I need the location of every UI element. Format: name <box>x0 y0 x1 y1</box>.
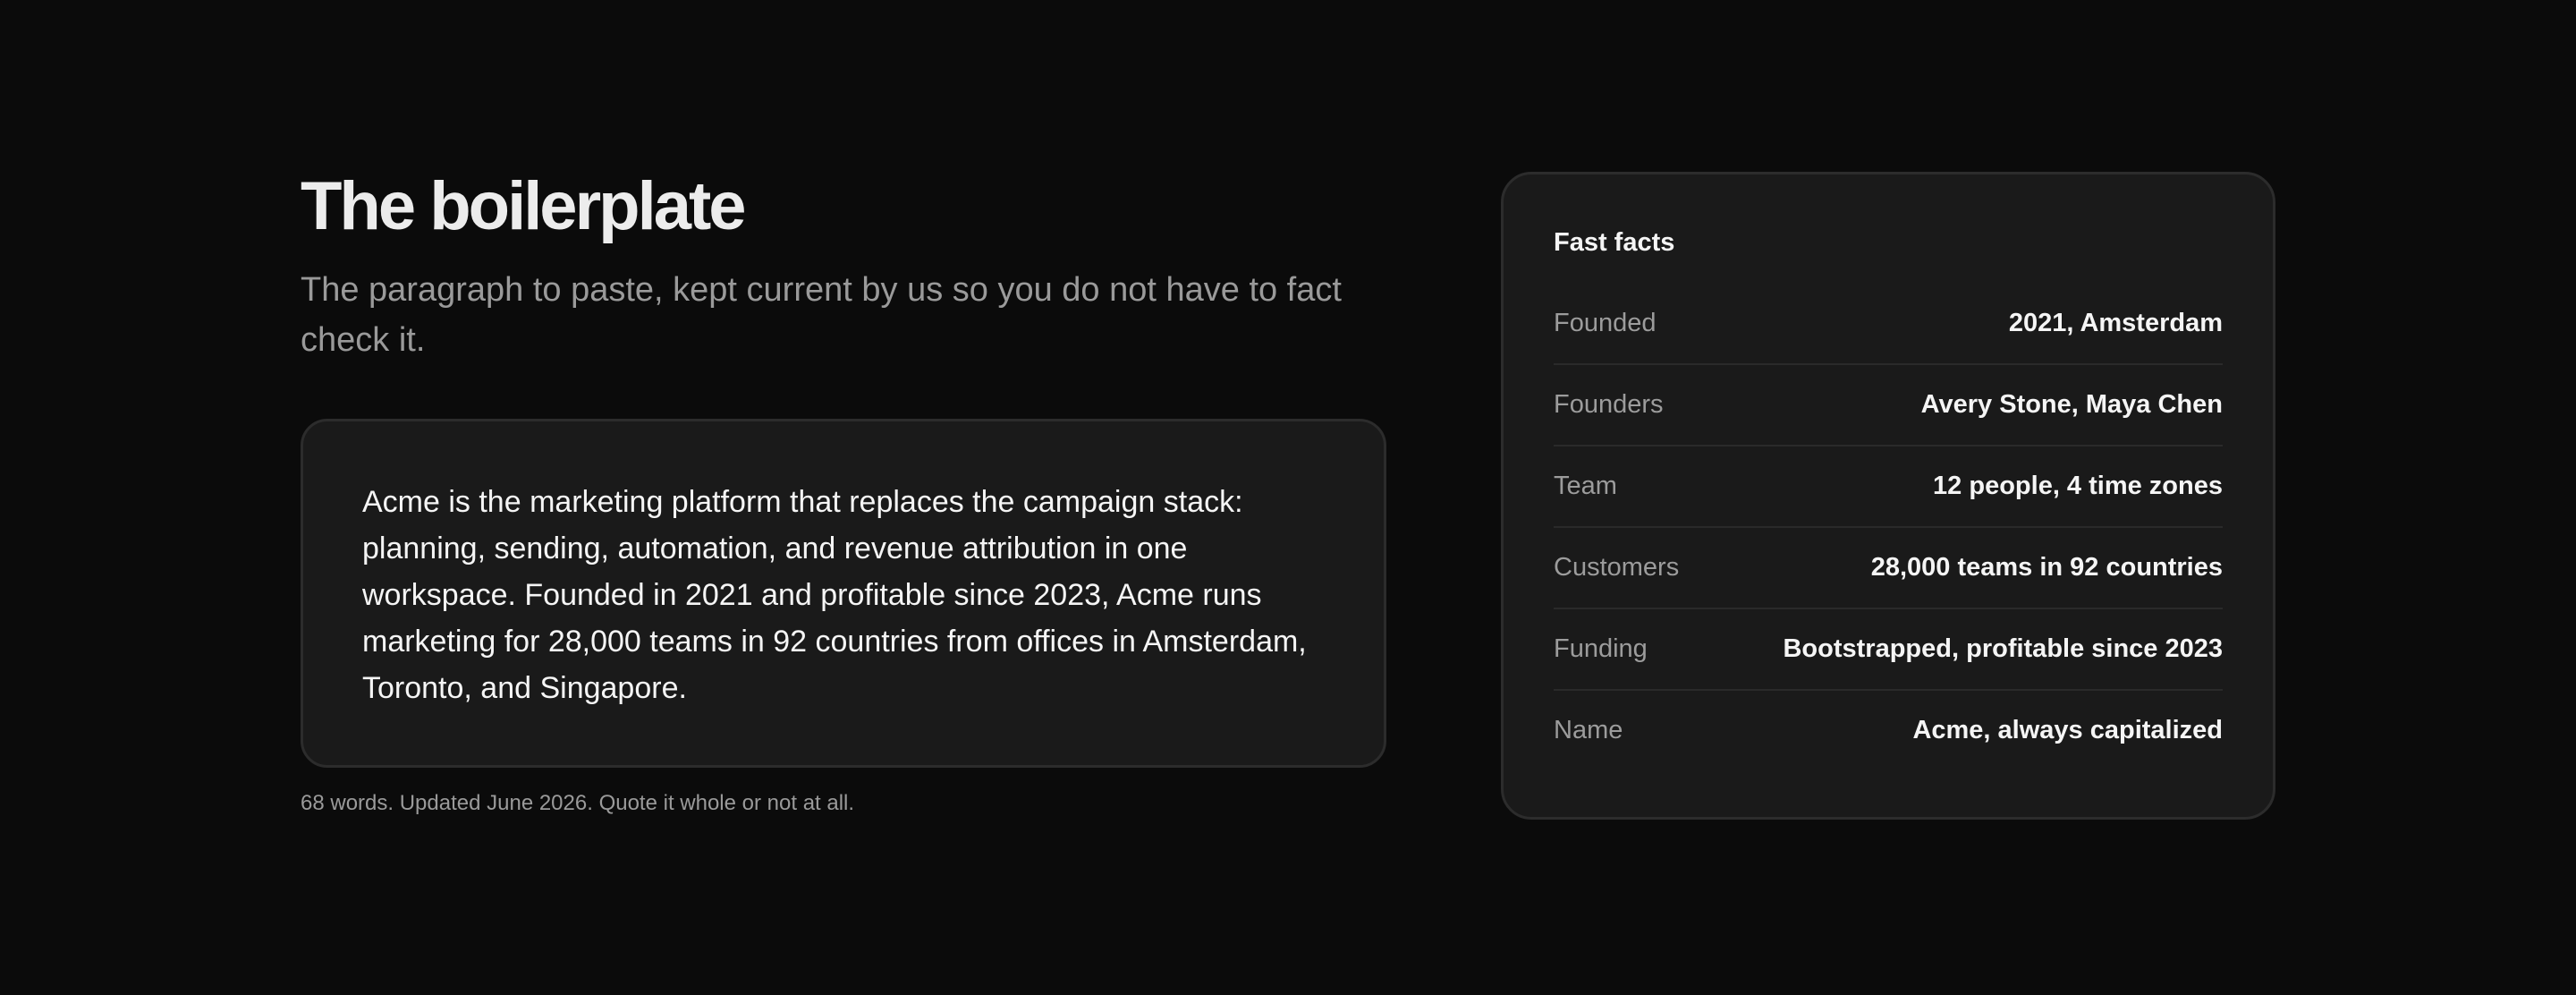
fact-row-founded: Founded 2021, Amsterdam <box>1554 284 2223 365</box>
fact-row-customers: Customers 28,000 teams in 92 countries <box>1554 528 2223 609</box>
fact-row-team: Team 12 people, 4 time zones <box>1554 446 2223 528</box>
boilerplate-note: 68 words. Updated June 2026. Quote it wh… <box>301 791 855 815</box>
fact-value: 28,000 teams in 92 countries <box>1870 553 2223 582</box>
fast-facts-heading: Fast facts <box>1554 228 1675 257</box>
fact-label: Customers <box>1554 553 1680 582</box>
fact-row-founders: Founders Avery Stone, Maya Chen <box>1554 365 2223 446</box>
fact-value: Avery Stone, Maya Chen <box>1920 390 2223 419</box>
boilerplate-text[interactable]: Acme is the marketing platform that repl… <box>362 479 1325 711</box>
fact-label: Founders <box>1554 390 1664 419</box>
fact-value: Acme, always capitalized <box>1912 716 2223 744</box>
fact-label: Name <box>1554 716 1623 744</box>
page-title: The boilerplate <box>301 168 747 244</box>
boilerplate-page: The boilerplate The paragraph to paste, … <box>0 0 2576 995</box>
fact-row-name: Name Acme, always capitalized <box>1554 691 2223 770</box>
fast-facts-card: Fast facts Founded 2021, Amsterdam Found… <box>1501 172 2275 820</box>
fact-value: Bootstrapped, profitable since 2023 <box>1783 634 2223 663</box>
fact-label: Team <box>1554 472 1617 500</box>
boilerplate-card: Acme is the marketing platform that repl… <box>301 419 1386 768</box>
fact-label: Founded <box>1554 309 1657 337</box>
page-subtitle: The paragraph to paste, kept current by … <box>301 271 1342 359</box>
fact-label: Funding <box>1554 634 1648 663</box>
fact-value: 2021, Amsterdam <box>2008 309 2223 337</box>
boilerplate-section: The boilerplate The paragraph to paste, … <box>301 166 1388 818</box>
fact-value: 12 people, 4 time zones <box>1933 472 2223 500</box>
fact-row-funding: Funding Bootstrapped, profitable since 2… <box>1554 609 2223 691</box>
